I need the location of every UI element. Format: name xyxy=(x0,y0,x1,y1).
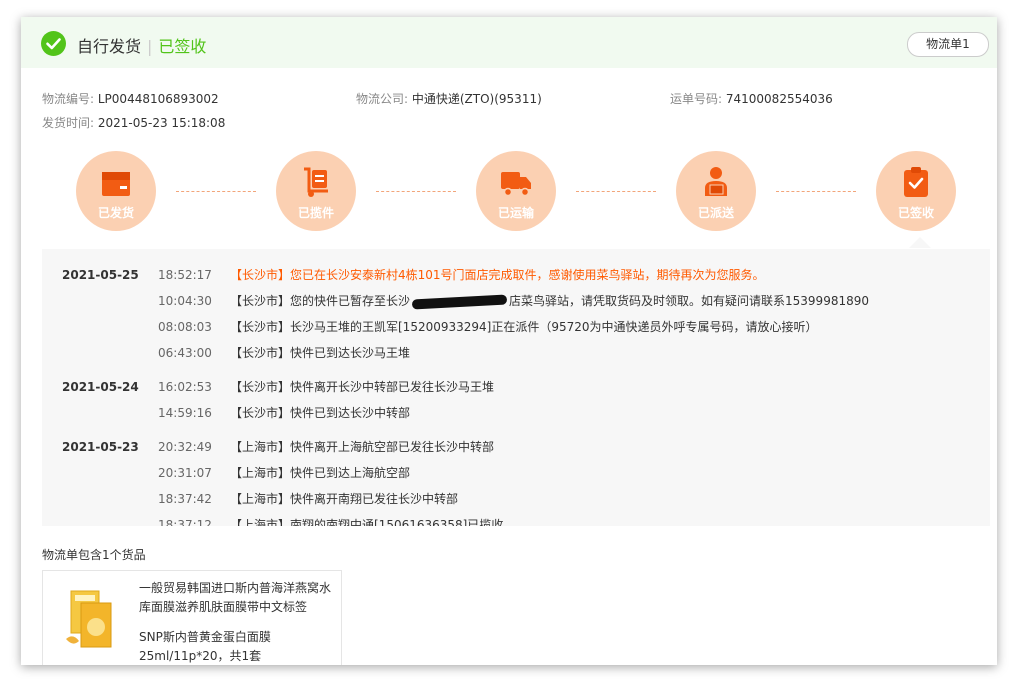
tracking-text: 【长沙市】快件离开长沙中转部已发往长沙马王堆 xyxy=(230,380,495,394)
ship-time-value: 2021-05-23 15:18:08 xyxy=(97,116,226,130)
step-connector xyxy=(176,191,256,192)
courier-icon xyxy=(705,167,727,196)
active-step-pointer xyxy=(909,237,931,248)
goods-section-title: 物流单包含1个货品 xyxy=(42,548,146,562)
list-item: 14:59:16 【长沙市】快件已到达长沙中转部 xyxy=(42,403,990,423)
goods-card[interactable]: 一般贸易韩国进口斯内普海洋燕窝水库面膜滋养肌肤面膜带中文标签 SNP斯内普黄金蛋… xyxy=(42,570,342,665)
logistics-no: 物流编号: LP00448106893002 xyxy=(42,90,219,107)
step-label: 已揽件 xyxy=(297,206,334,220)
tracking-date: 2021-05-25 xyxy=(62,268,139,282)
list-item: 2021-05-24 16:02:53 【长沙市】快件离开长沙中转部已发往长沙马… xyxy=(42,377,990,397)
tracking-text: 【上海市】快件离开上海航空部已发往长沙中转部 xyxy=(230,440,495,454)
tab-logistics-order-1[interactable]: 物流单1 xyxy=(907,32,989,57)
trolley-icon xyxy=(304,167,328,197)
step-label: 已发货 xyxy=(97,206,134,220)
tracking-text: 【长沙市】快件已到达长沙马王堆 xyxy=(230,346,411,360)
tracking-text: 【长沙市】快件已到达长沙中转部 xyxy=(230,406,411,420)
truck-icon xyxy=(501,172,531,197)
list-item: 10:04:30 【长沙市】您的快件已暂存至长沙 店菜鸟驿站，请凭取货码及时领取。… xyxy=(42,291,990,311)
product-spec: SNP斯内普黄金蛋白面膜25ml/11p*20，共1套 xyxy=(139,630,271,663)
title-divider: | xyxy=(147,37,153,56)
status-badge: 已签收 xyxy=(158,37,207,56)
list-item: 06:43:00 【长沙市】快件已到达长沙马王堆 xyxy=(42,343,990,363)
waybill-value: 74100082554036 xyxy=(725,92,833,106)
tracking-text: 【长沙市】您已在长沙安泰新村4栋101号门面店完成取件，感谢使用菜鸟驿站，期待再… xyxy=(230,268,765,282)
redaction-mark xyxy=(411,294,508,309)
step-label: 已派送 xyxy=(697,206,734,220)
page-title: 自行发货 | 已签收 xyxy=(77,33,206,57)
tracking-time: 18:37:42 xyxy=(158,492,212,506)
tracking-time: 20:31:07 xyxy=(158,466,212,480)
step-connector xyxy=(376,191,456,192)
step-connector xyxy=(776,191,856,192)
box-icon xyxy=(102,172,130,196)
header-bar: 自行发货 | 已签收 物流单1 xyxy=(21,17,997,68)
logistics-window: 自行发货 | 已签收 物流单1 物流编号: LP00448106893002 物流公… xyxy=(21,17,997,665)
tracking-time: 10:04:30 xyxy=(158,294,212,308)
list-item: 2021-05-25 18:52:17 【长沙市】您已在长沙安泰新村4栋101号… xyxy=(42,265,990,285)
tracking-date: 2021-05-24 xyxy=(62,380,139,394)
step-label: 已运输 xyxy=(497,206,534,220)
logistics-no-value: LP00448106893002 xyxy=(97,92,219,106)
tracking-text: 【长沙市】长沙马王堆的王凯军[15200933294]正在派件（95720为中通… xyxy=(230,320,818,334)
tracking-time: 20:32:49 xyxy=(158,440,212,454)
tracking-time: 18:52:17 xyxy=(158,268,212,282)
tracking-time: 18:37:12 xyxy=(158,518,212,526)
step-signed: 已签收 xyxy=(876,151,956,231)
list-item: 08:08:03 【长沙市】长沙马王堆的王凯军[15200933294]正在派件… xyxy=(42,317,990,337)
step-dispatched: 已派送 xyxy=(676,151,756,231)
clipboard-check-icon xyxy=(904,167,928,197)
logistics-company: 物流公司: 中通快递(ZTO)(95311) xyxy=(356,90,542,107)
ship-time-label: 发货时间: xyxy=(42,116,95,130)
waybill-label: 运单号码: xyxy=(670,92,723,106)
list-item: 18:37:42 【上海市】快件离开南翔已发往长沙中转部 xyxy=(42,489,990,509)
logistics-no-label: 物流编号: xyxy=(42,92,95,106)
tracking-text-part: 【长沙市】您的快件已暂存至长沙 xyxy=(230,294,411,308)
company-value: 中通快递(ZTO)(95311) xyxy=(411,92,542,106)
tracking-time: 16:02:53 xyxy=(158,380,212,394)
list-item: 2021-05-23 20:32:49 【上海市】快件离开上海航空部已发往长沙中… xyxy=(42,437,990,457)
tracking-text: 【上海市】快件已到达上海航空部 xyxy=(230,466,411,480)
ship-time: 发货时间: 2021-05-23 15:18:08 xyxy=(42,114,225,131)
step-label: 已签收 xyxy=(897,206,934,220)
step-picked-up: 已揽件 xyxy=(276,151,356,231)
tracking-text: 【上海市】快件离开南翔已发往长沙中转部 xyxy=(230,492,459,506)
delivery-type: 自行发货 xyxy=(77,37,142,56)
progress-steps: 已发货 已揽件 已运输 已派送 已签收 xyxy=(76,151,956,251)
check-circle-icon xyxy=(41,31,66,56)
company-label: 物流公司: xyxy=(356,92,409,106)
product-name[interactable]: 一般贸易韩国进口斯内普海洋燕窝水库面膜滋养肌肤面膜带中文标签 xyxy=(139,579,335,617)
list-item: 18:37:12 【上海市】南翔的南翔中通[15061636358]已揽收 xyxy=(42,515,990,526)
step-in-transit: 已运输 xyxy=(476,151,556,231)
tracking-time: 08:08:03 xyxy=(158,320,212,334)
tracking-date: 2021-05-23 xyxy=(62,440,139,454)
waybill: 运单号码: 74100082554036 xyxy=(670,90,833,107)
tracking-text: 【长沙市】您的快件已暂存至长沙 店菜鸟驿站，请凭取货码及时领取。如有疑问请联系15… xyxy=(230,291,869,311)
tracking-time: 14:59:16 xyxy=(158,406,212,420)
tracking-list[interactable]: 2021-05-25 18:52:17 【长沙市】您已在长沙安泰新村4栋101号… xyxy=(42,249,990,526)
tracking-text-part: 店菜鸟驿站，请凭取货码及时领取。如有疑问请联系15399981890 xyxy=(509,294,870,308)
step-shipped: 已发货 xyxy=(76,151,156,231)
step-connector xyxy=(576,191,656,192)
tracking-text: 【上海市】南翔的南翔中通[15061636358]已揽收 xyxy=(230,518,504,526)
product-thumbnail[interactable] xyxy=(61,589,123,651)
list-item: 20:31:07 【上海市】快件已到达上海航空部 xyxy=(42,463,990,483)
tracking-time: 06:43:00 xyxy=(158,346,212,360)
